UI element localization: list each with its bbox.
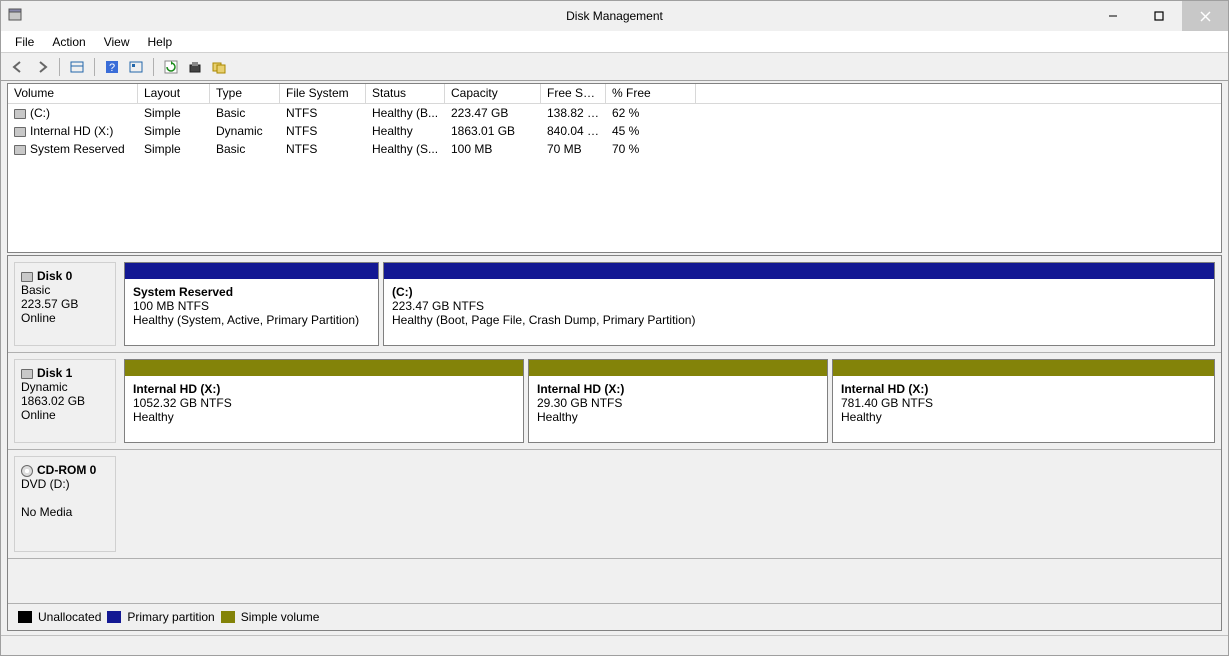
toolbar-icon-3[interactable] <box>186 58 204 76</box>
forward-icon[interactable] <box>33 58 51 76</box>
disk-panel: Disk 1Dynamic1863.02 GBOnlineInternal HD… <box>8 353 1221 450</box>
partition[interactable]: Internal HD (X:)1052.32 GB NTFSHealthy <box>124 359 524 443</box>
partition-colorbar <box>125 360 523 376</box>
menu-view[interactable]: View <box>96 33 138 51</box>
toolbar-icon-2[interactable] <box>127 58 145 76</box>
volume-list[interactable]: Volume Layout Type File System Status Ca… <box>7 83 1222 253</box>
toolbar-icon-1[interactable] <box>68 58 86 76</box>
volume-icon <box>14 109 26 119</box>
statusbar <box>1 635 1228 655</box>
toolbar-icon-4[interactable] <box>210 58 228 76</box>
app-icon <box>7 7 23 26</box>
toolbar: ? <box>1 53 1228 81</box>
disk-panel: Disk 0Basic223.57 GBOnlineSystem Reserve… <box>8 256 1221 353</box>
legend-swatch-unallocated <box>18 611 32 623</box>
col-capacity[interactable]: Capacity <box>445 84 541 103</box>
col-layout[interactable]: Layout <box>138 84 210 103</box>
close-button[interactable] <box>1182 1 1228 31</box>
table-row[interactable]: (C:)SimpleBasicNTFSHealthy (B...223.47 G… <box>8 104 1221 122</box>
minimize-button[interactable] <box>1090 1 1136 31</box>
partition-colorbar <box>125 263 378 279</box>
partition-colorbar <box>529 360 827 376</box>
titlebar: Disk Management <box>1 1 1228 31</box>
table-row[interactable]: Internal HD (X:)SimpleDynamicNTFSHealthy… <box>8 122 1221 140</box>
legend-simple: Simple volume <box>241 610 320 624</box>
help-toolbar-icon[interactable]: ? <box>103 58 121 76</box>
disk-panel: CD-ROM 0DVD (D:)No Media <box>8 450 1221 559</box>
disk-partitions <box>116 450 1221 558</box>
partition[interactable]: Internal HD (X:)29.30 GB NTFSHealthy <box>528 359 828 443</box>
volume-icon <box>14 127 26 137</box>
legend-swatch-simple <box>221 611 235 623</box>
col-free[interactable]: Free Spa... <box>541 84 606 103</box>
disk-info[interactable]: Disk 1Dynamic1863.02 GBOnline <box>14 359 116 443</box>
disk-partitions: System Reserved100 MB NTFSHealthy (Syste… <box>116 256 1221 352</box>
disk-map: Disk 0Basic223.57 GBOnlineSystem Reserve… <box>7 255 1222 631</box>
legend-swatch-primary <box>107 611 121 623</box>
partition[interactable]: (C:)223.47 GB NTFSHealthy (Boot, Page Fi… <box>383 262 1215 346</box>
menu-action[interactable]: Action <box>44 33 93 51</box>
col-volume[interactable]: Volume <box>8 84 138 103</box>
maximize-button[interactable] <box>1136 1 1182 31</box>
disk-info[interactable]: CD-ROM 0DVD (D:)No Media <box>14 456 116 552</box>
disk-icon <box>21 369 33 379</box>
legend-primary: Primary partition <box>127 610 214 624</box>
legend: Unallocated Primary partition Simple vol… <box>8 603 1221 630</box>
col-status[interactable]: Status <box>366 84 445 103</box>
svg-text:?: ? <box>109 62 115 74</box>
partition-colorbar <box>384 263 1214 279</box>
col-type[interactable]: Type <box>210 84 280 103</box>
volume-icon <box>14 145 26 155</box>
disk-info[interactable]: Disk 0Basic223.57 GBOnline <box>14 262 116 346</box>
legend-unallocated: Unallocated <box>38 610 101 624</box>
column-headers: Volume Layout Type File System Status Ca… <box>8 84 1221 104</box>
cdrom-icon <box>21 465 33 477</box>
partition-colorbar <box>833 360 1214 376</box>
partition[interactable]: Internal HD (X:)781.40 GB NTFSHealthy <box>832 359 1215 443</box>
table-row[interactable]: System ReservedSimpleBasicNTFSHealthy (S… <box>8 140 1221 158</box>
partition[interactable]: System Reserved100 MB NTFSHealthy (Syste… <box>124 262 379 346</box>
menu-file[interactable]: File <box>7 33 42 51</box>
window-title: Disk Management <box>0 9 1229 23</box>
disk-partitions: Internal HD (X:)1052.32 GB NTFSHealthyIn… <box>116 353 1221 449</box>
menubar: File Action View Help <box>1 31 1228 53</box>
col-pctfree[interactable]: % Free <box>606 84 696 103</box>
back-icon[interactable] <box>9 58 27 76</box>
refresh-icon[interactable] <box>162 58 180 76</box>
menu-help[interactable]: Help <box>140 33 181 51</box>
col-filesystem[interactable]: File System <box>280 84 366 103</box>
disk-icon <box>21 272 33 282</box>
